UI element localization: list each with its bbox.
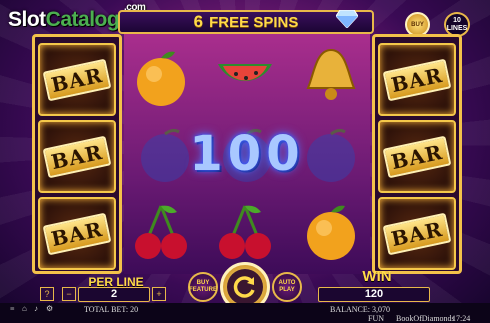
game-name: BookOfDiamonds bbox=[396, 314, 455, 323]
buy-feature-button[interactable]: BUY FEATURE bbox=[188, 272, 218, 302]
lines-count: 10 bbox=[453, 16, 461, 24]
balance: BALANCE: 3,070 bbox=[330, 305, 390, 314]
bar-symbol: BAR bbox=[38, 197, 116, 270]
reel-1: BAR BAR BAR bbox=[32, 34, 122, 274]
win-amount-display: 100 bbox=[189, 126, 305, 182]
bar-symbol: BAR bbox=[378, 43, 456, 116]
status-bar: TOTAL BET: 20 BALANCE: 3,070 FUN BookOfD… bbox=[0, 303, 490, 323]
cherries-symbol bbox=[219, 205, 271, 259]
total-bet: TOTAL BET: 20 bbox=[84, 305, 139, 314]
home-icon[interactable]: ⌂ bbox=[22, 305, 30, 313]
help-button[interactable]: ? bbox=[40, 287, 54, 301]
lines-label: LINES bbox=[446, 24, 468, 32]
bar-symbol: BAR bbox=[38, 43, 116, 116]
cherries-symbol bbox=[135, 205, 187, 259]
per-line-plus-button[interactable]: + bbox=[152, 287, 166, 301]
win-label: WIN bbox=[362, 268, 392, 285]
mode-label: FUN bbox=[368, 314, 385, 323]
per-line-minus-button[interactable]: − bbox=[62, 287, 76, 301]
bar-symbol: BAR bbox=[378, 120, 456, 193]
reel-5: BAR BAR BAR bbox=[372, 34, 462, 274]
watermark-logo: SlotCatalog .com bbox=[8, 2, 146, 32]
orange-symbol bbox=[307, 205, 355, 260]
watermelon-symbol bbox=[218, 64, 272, 81]
per-line-value: 2 bbox=[78, 287, 150, 302]
bar-symbol: BAR bbox=[378, 197, 456, 270]
spin-icon bbox=[233, 276, 255, 298]
diamond-icon bbox=[336, 10, 358, 28]
menu-icon[interactable]: ≡ bbox=[10, 305, 18, 313]
free-spins-label: FREE SPINS bbox=[209, 13, 299, 31]
clock: 17:24 bbox=[452, 314, 471, 323]
logo-slot: Slot bbox=[8, 8, 46, 31]
win-value: 120 bbox=[318, 287, 430, 302]
bar-symbol: BAR bbox=[38, 120, 116, 193]
free-spins-count: 6 bbox=[193, 12, 204, 31]
orange-symbol bbox=[137, 51, 185, 106]
auto-play-button[interactable]: AUTO PLAY bbox=[272, 272, 302, 302]
settings-icon[interactable]: ⚙ bbox=[46, 305, 54, 313]
sound-icon[interactable]: ♪ bbox=[34, 305, 42, 313]
logo-catalog: Catalog bbox=[45, 8, 120, 31]
bell-symbol bbox=[306, 48, 356, 100]
